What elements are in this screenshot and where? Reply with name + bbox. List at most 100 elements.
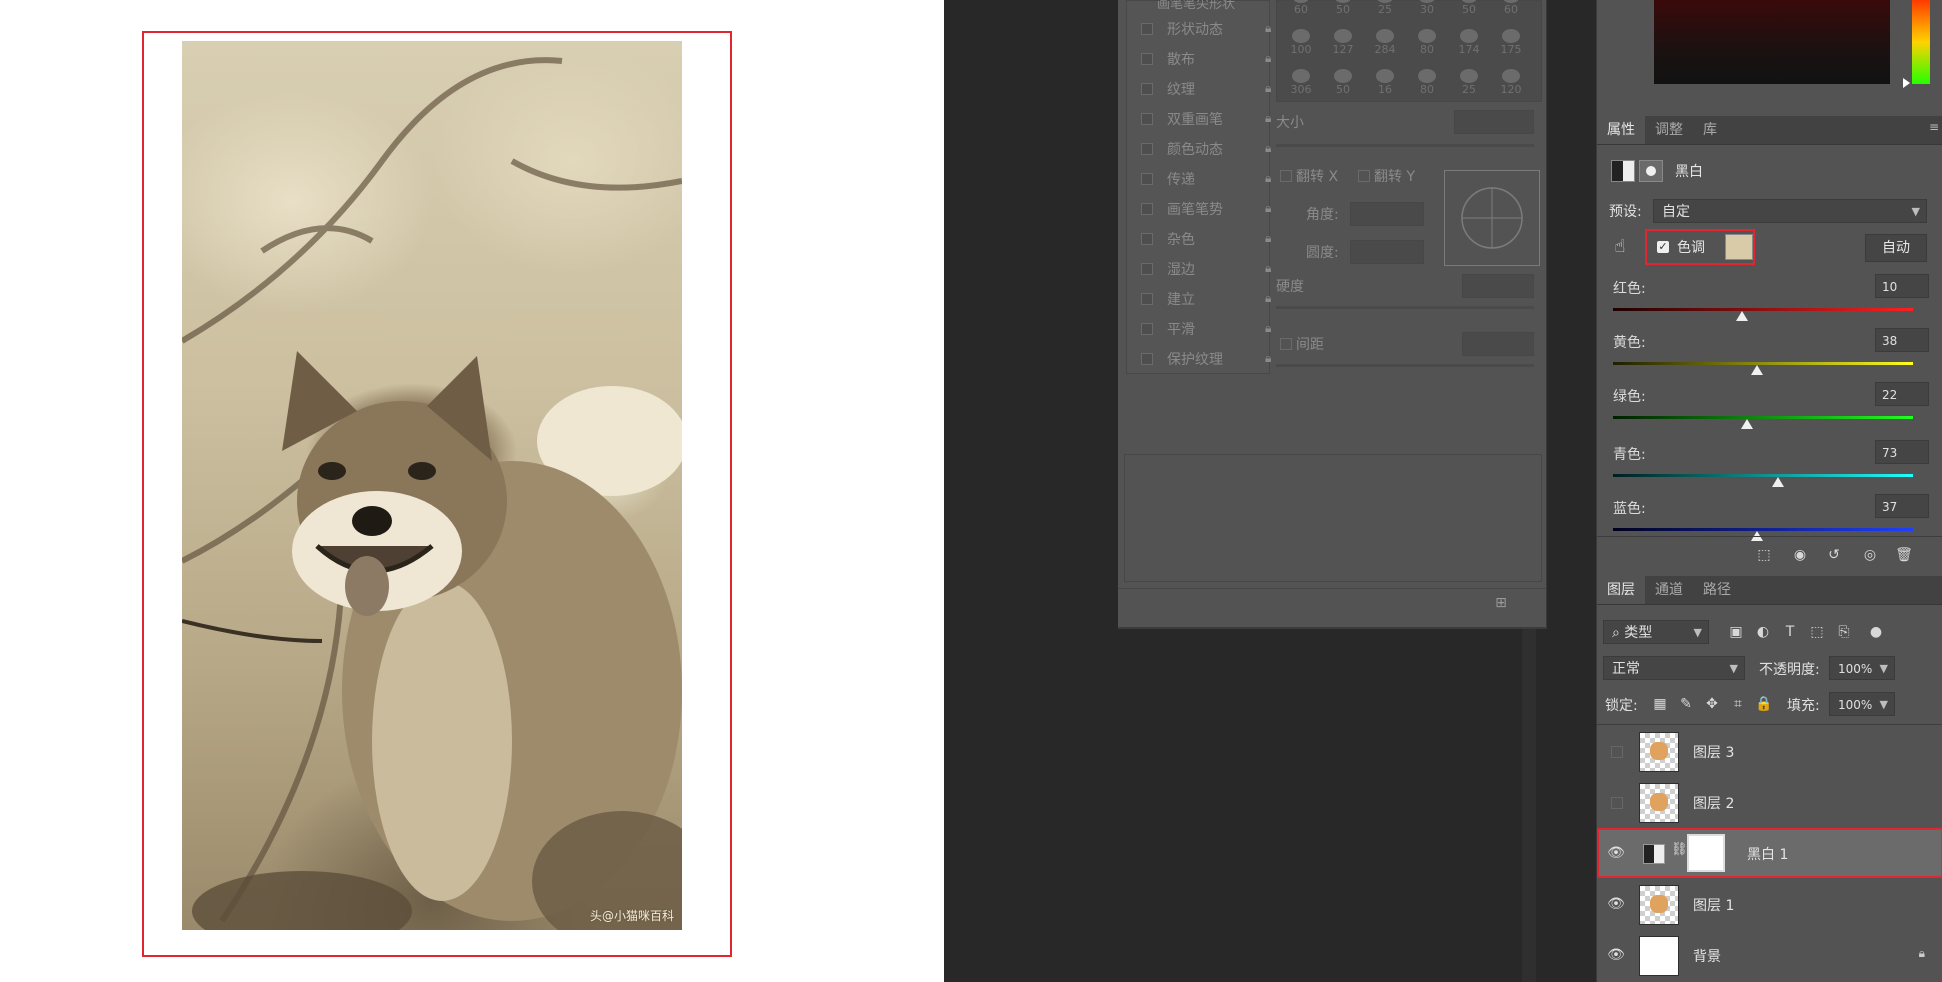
reset-icon[interactable]: ↺: [1823, 544, 1845, 566]
brush-option-checkbox[interactable]: [1141, 353, 1153, 365]
tint-checkbox[interactable]: ✓: [1657, 241, 1669, 253]
spacing-field[interactable]: [1462, 332, 1534, 356]
adjustment-bw-icon[interactable]: [1611, 160, 1635, 182]
color-picker-field[interactable]: [1654, 0, 1890, 84]
size-slider[interactable]: [1276, 144, 1534, 147]
brush-option-checkbox[interactable]: [1141, 83, 1153, 95]
link-icon[interactable]: ⛓: [1671, 842, 1688, 857]
brush-option-row[interactable]: 散布 🔒︎: [1137, 47, 1271, 71]
eye-icon[interactable]: 👁︎: [1607, 844, 1625, 862]
eye-icon[interactable]: 👁︎: [1607, 946, 1625, 964]
new-brush-icon[interactable]: ⊞: [1490, 592, 1512, 614]
brush-tip[interactable]: 25: [1365, 0, 1405, 19]
layer-row[interactable]: 👁︎ 背景 🔒︎: [1597, 930, 1942, 980]
preset-select[interactable]: 自定 ▼: [1653, 199, 1927, 223]
shiba-photo[interactable]: 头@小猫咪百科: [182, 41, 682, 930]
brush-angle-preview[interactable]: [1444, 170, 1540, 266]
brush-option-row[interactable]: 画笔笔势 🔒︎: [1137, 197, 1271, 221]
tab-adjustments[interactable]: 调整: [1645, 116, 1693, 144]
flip-x-checkbox[interactable]: [1280, 170, 1292, 182]
document-canvas[interactable]: 头@小猫咪百科: [0, 0, 944, 982]
shape-filter-icon[interactable]: ⬚: [1806, 621, 1828, 643]
clip-to-layer-icon[interactable]: ⬚: [1753, 544, 1775, 566]
brush-option-checkbox[interactable]: [1141, 53, 1153, 65]
brush-option-checkbox[interactable]: [1141, 263, 1153, 275]
brush-tip[interactable]: 50: [1323, 0, 1363, 19]
brush-option-checkbox[interactable]: [1141, 293, 1153, 305]
tab-channels[interactable]: 通道: [1645, 576, 1693, 604]
slider-track[interactable]: [1613, 474, 1913, 477]
size-field[interactable]: [1454, 110, 1534, 134]
layer-name[interactable]: 图层 1: [1693, 895, 1734, 915]
lock-icon[interactable]: 🔒︎: [1265, 261, 1279, 275]
brush-tip[interactable]: 127: [1323, 29, 1363, 59]
visibility-icon[interactable]: ◎: [1859, 544, 1881, 566]
slider-value-field[interactable]: 37: [1875, 494, 1929, 518]
brush-tip[interactable]: 30: [1407, 0, 1447, 19]
brush-option-row[interactable]: 双重画笔 🔒︎: [1137, 107, 1271, 131]
layer-row[interactable]: 👁︎ ⛓ 黑白 1: [1597, 828, 1942, 878]
brush-tip[interactable]: 100: [1281, 29, 1321, 59]
lock-icon[interactable]: 🔒︎: [1265, 351, 1279, 365]
lock-icon[interactable]: 🔒︎: [1265, 321, 1279, 335]
eye-icon[interactable]: 👁︎: [1607, 895, 1625, 913]
tint-color-swatch[interactable]: [1725, 234, 1753, 260]
brush-option-checkbox[interactable]: [1141, 173, 1153, 185]
visibility-toggle[interactable]: [1611, 797, 1623, 809]
brush-tip[interactable]: 175: [1491, 29, 1531, 59]
lock-icon[interactable]: 🔒︎: [1265, 171, 1279, 185]
slider-thumb[interactable]: [1740, 419, 1753, 429]
brush-option-checkbox[interactable]: [1141, 203, 1153, 215]
layer-name[interactable]: 图层 3: [1693, 742, 1734, 762]
trash-icon[interactable]: 🗑: [1893, 544, 1915, 566]
image-filter-icon[interactable]: ▣: [1725, 621, 1747, 643]
lock-artboard-icon[interactable]: ⌗: [1727, 693, 1749, 715]
opacity-field[interactable]: 100% ▼: [1829, 656, 1895, 680]
slider-track[interactable]: [1613, 308, 1913, 311]
hardness-slider[interactable]: [1276, 306, 1534, 309]
layer-row[interactable]: 图层 2: [1597, 777, 1942, 827]
brush-tip[interactable]: 60: [1491, 0, 1531, 19]
slider-thumb[interactable]: [1736, 311, 1748, 321]
mask-icon[interactable]: [1639, 160, 1663, 182]
tab-paths[interactable]: 路径: [1693, 576, 1741, 604]
brush-option-checkbox[interactable]: [1141, 233, 1153, 245]
roundness-field[interactable]: [1350, 240, 1424, 264]
visibility-toggle[interactable]: [1611, 746, 1623, 758]
hand-target-icon[interactable]: ☝: [1609, 236, 1631, 258]
brush-option-row[interactable]: 形状动态 🔒︎: [1137, 17, 1271, 41]
layer-row[interactable]: 图层 3: [1597, 726, 1942, 776]
brush-settings-panel[interactable]: 画笔笔尖形状 形状动态 🔒︎ 散布 🔒︎ 纹理 🔒︎ 双重画笔 🔒︎ 颜色动态 🔒︎ 传递 🔒︎ 画笔笔…: [1118, 0, 1547, 629]
layer-row[interactable]: 👁︎ 图层 1: [1597, 879, 1942, 929]
smart-object-filter-icon[interactable]: ⎘: [1833, 621, 1855, 643]
tab-layers[interactable]: 图层: [1597, 576, 1645, 604]
lock-brush-icon[interactable]: ✎: [1675, 693, 1697, 715]
brush-option-checkbox[interactable]: [1141, 323, 1153, 335]
brush-tip[interactable]: 120: [1491, 69, 1531, 99]
slider-thumb[interactable]: [1751, 365, 1763, 375]
lock-icon[interactable]: 🔒︎: [1265, 231, 1279, 245]
slider-value-field[interactable]: 10: [1875, 274, 1929, 298]
slider-track[interactable]: [1613, 528, 1913, 531]
brush-tip-grid[interactable]: 60 50 25 30 50 60 100 127 284 80 174 175 306 50 16 80 25…: [1276, 0, 1542, 102]
slider-value-field[interactable]: 38: [1875, 328, 1929, 352]
brush-option-row[interactable]: 湿边 🔒︎: [1137, 257, 1271, 281]
brush-tip[interactable]: 16: [1365, 69, 1405, 99]
adjustment-filter-icon[interactable]: ◐: [1752, 621, 1774, 643]
brush-tip-shape-header[interactable]: 画笔笔尖形状: [1157, 0, 1235, 12]
layer-filter-select[interactable]: ⌕ 类型 ▼: [1603, 620, 1709, 644]
panel-menu-icon[interactable]: ≡: [1929, 120, 1939, 134]
slider-thumb[interactable]: [1772, 477, 1784, 487]
brush-option-row[interactable]: 建立 🔒︎: [1137, 287, 1271, 311]
hue-slider[interactable]: [1912, 0, 1930, 84]
tab-libraries[interactable]: 库: [1693, 116, 1727, 144]
brush-tip[interactable]: 50: [1323, 69, 1363, 99]
layer-mask-thumbnail[interactable]: [1687, 834, 1725, 872]
spacing-slider[interactable]: [1276, 364, 1534, 367]
brush-option-row[interactable]: 纹理 🔒︎: [1137, 77, 1271, 101]
layer-name[interactable]: 图层 2: [1693, 793, 1734, 813]
brush-option-row[interactable]: 颜色动态 🔒︎: [1137, 137, 1271, 161]
auto-button[interactable]: 自动: [1865, 234, 1927, 262]
brush-option-row[interactable]: 平滑 🔒︎: [1137, 317, 1271, 341]
lock-move-icon[interactable]: ✥: [1701, 693, 1723, 715]
